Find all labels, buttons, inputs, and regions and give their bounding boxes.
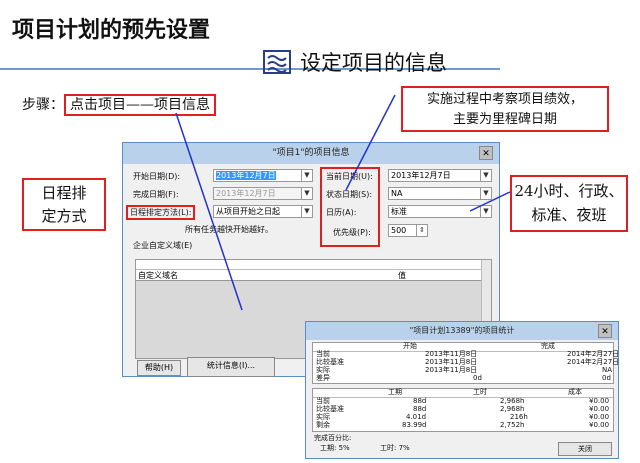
callout-pointer-lines	[175, 94, 511, 311]
pointer-line-step	[175, 112, 243, 311]
pointer-line-calendar	[469, 191, 511, 212]
pointer-line-milestone	[345, 94, 396, 191]
